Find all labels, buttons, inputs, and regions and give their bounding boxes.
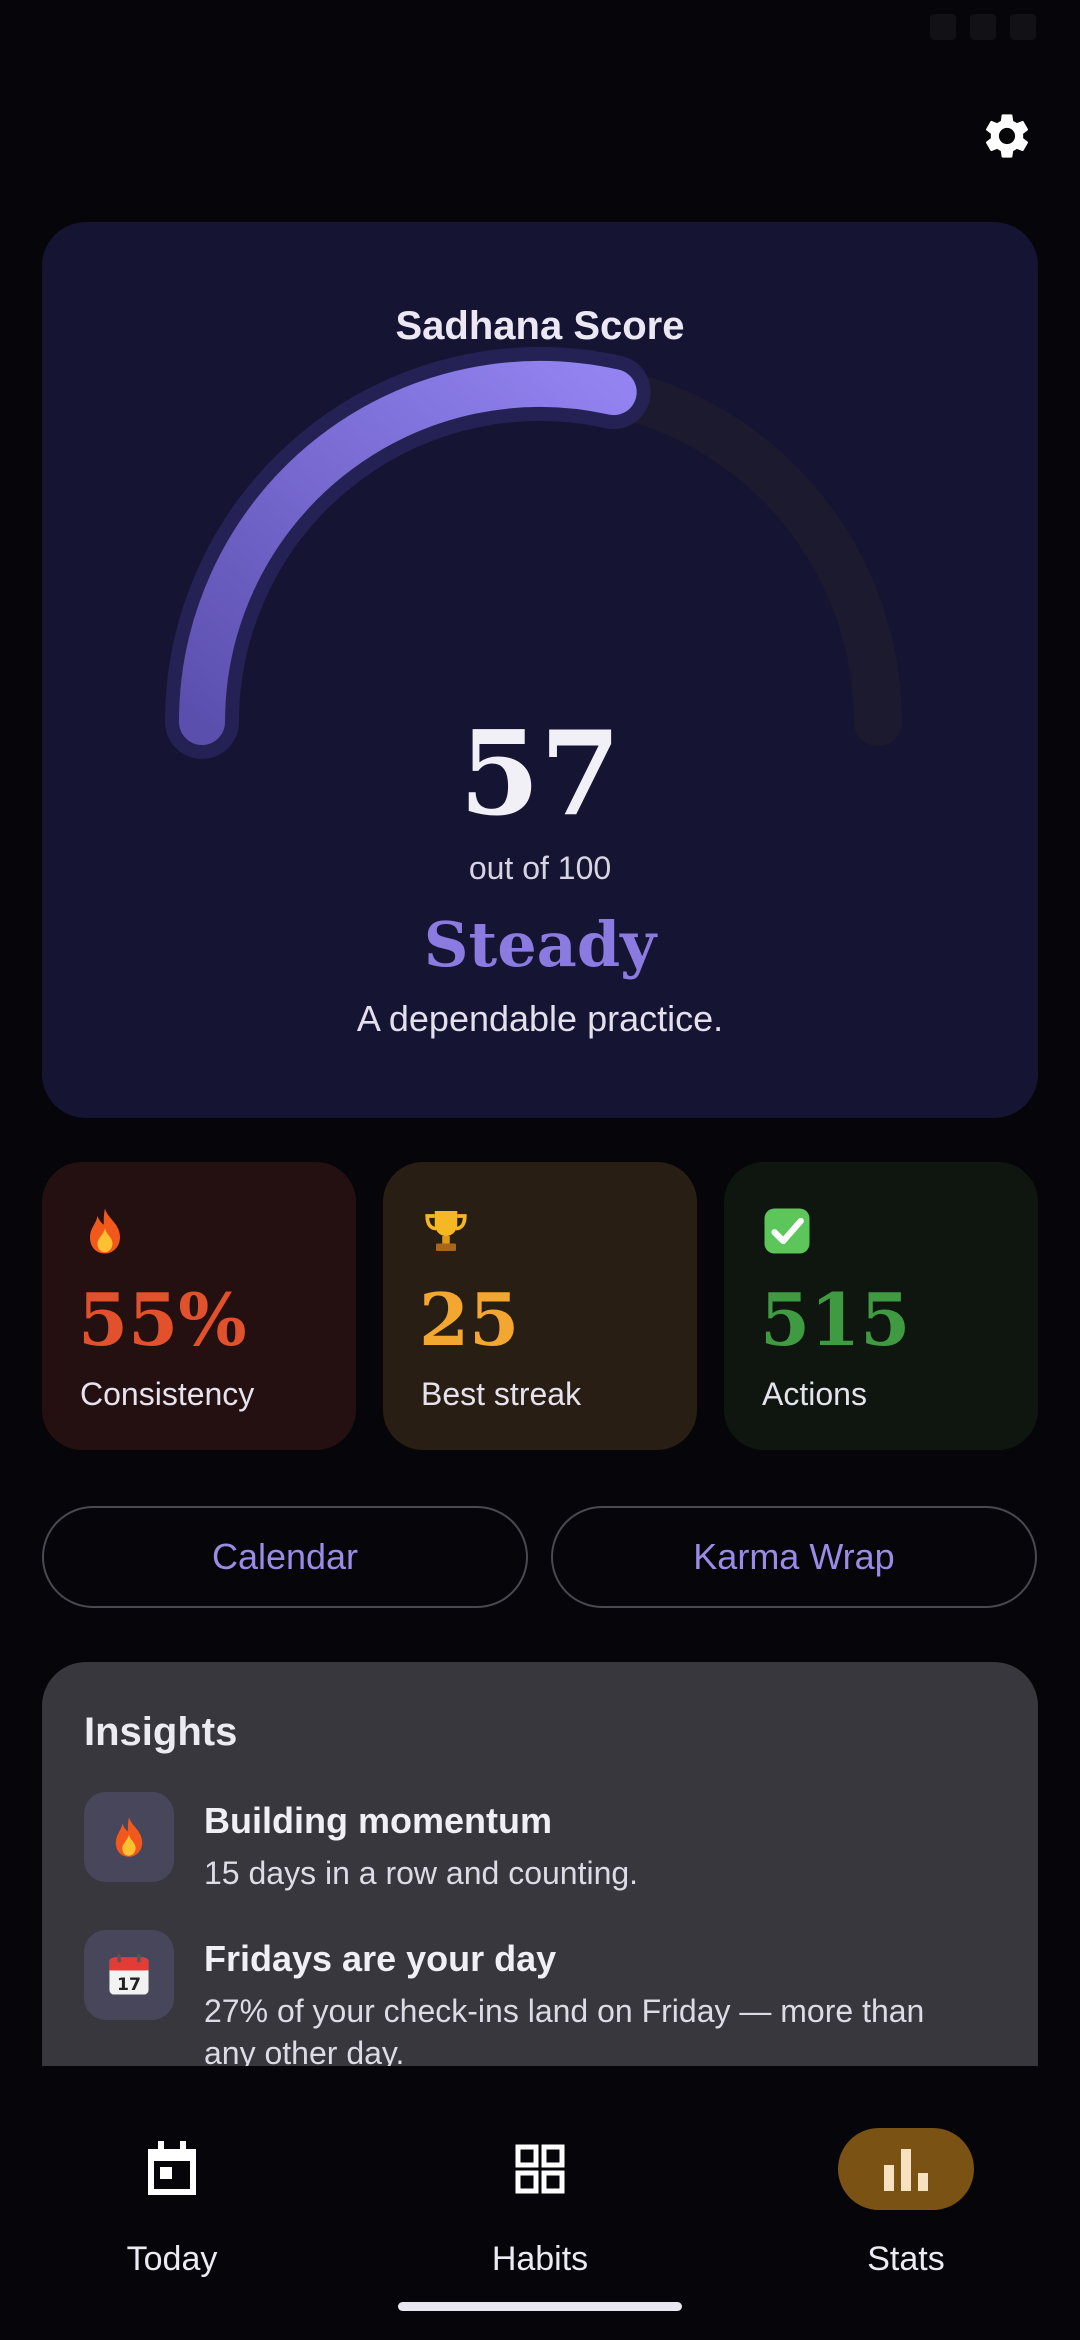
bottom-navigation: Today Habits Stats [0, 2066, 1080, 2340]
consistency-value: 55% [78, 1277, 247, 1362]
nav-stats[interactable]: Stats [786, 2096, 1026, 2278]
wifi-icon [930, 14, 956, 40]
check-mark-emoji-icon [764, 1208, 810, 1254]
score-gauge [165, 346, 902, 759]
today-calendar-icon [148, 2141, 196, 2195]
insight-heading: Fridays are your day [204, 1938, 557, 1979]
insight-icon-box: 17 [84, 1930, 174, 2020]
calendar-button[interactable]: Calendar [42, 1506, 528, 1608]
insight-text: 15 days in a row and counting. [204, 1855, 639, 1891]
gauge-fill [179, 360, 637, 745]
nav-icon-container [104, 2128, 240, 2210]
nav-icon-container [472, 2128, 608, 2210]
consistency-tile: 55% Consistency [42, 1162, 356, 1450]
stats-screen: Sadhana Score 57 out of 100 Steady A dep… [0, 0, 1080, 2340]
bar-chart-icon [884, 2149, 928, 2191]
nav-habits[interactable]: Habits [420, 2096, 660, 2278]
best-streak-tile: 25 Best streak [383, 1162, 697, 1450]
nav-today[interactable]: Today [52, 2096, 292, 2278]
sadhana-score-card: Sadhana Score 57 out of 100 Steady A dep… [42, 222, 1038, 1118]
insights-title: Insights [84, 1710, 238, 1754]
score-value: 57 [459, 706, 621, 842]
fire-emoji-icon [115, 1817, 143, 1857]
battery-icon [1010, 14, 1036, 40]
best-streak-value: 25 [419, 1277, 520, 1362]
score-out-of: out of 100 [468, 850, 612, 886]
status-bar [0, 0, 1080, 64]
nav-label-habits: Habits [491, 2240, 589, 2278]
insight-icon-box [84, 1792, 174, 1882]
insight-text: 27% of your check-ins land on Friday — m… [204, 1993, 925, 2071]
score-description: A dependable practice. [356, 998, 724, 1039]
score-title: Sadhana Score [395, 304, 685, 348]
actions-tile: 515 Actions [724, 1162, 1038, 1450]
nav-label-today: Today [126, 2240, 218, 2278]
nav-label-stats: Stats [867, 2240, 945, 2278]
calendar-emoji-icon: 17 [109, 1954, 149, 1995]
grid-icon [515, 2144, 565, 2194]
settings-button[interactable] [975, 104, 1039, 168]
trophy-emoji-icon [425, 1211, 467, 1251]
home-indicator[interactable] [398, 2302, 682, 2311]
svg-text:17: 17 [117, 1975, 141, 1995]
gear-icon [985, 114, 1029, 158]
fire-emoji-icon [90, 1208, 120, 1254]
score-level: Steady [423, 908, 657, 981]
signal-icon [970, 14, 996, 40]
karma-wrap-button[interactable]: Karma Wrap [551, 1506, 1037, 1608]
insight-heading: Building momentum [204, 1800, 552, 1841]
nav-icon-selected-pill [838, 2128, 974, 2210]
status-icons [930, 14, 1036, 40]
actions-label: Actions [762, 1376, 867, 1412]
actions-value: 515 [760, 1277, 911, 1362]
best-streak-label: Best streak [421, 1376, 582, 1412]
consistency-label: Consistency [80, 1376, 255, 1412]
